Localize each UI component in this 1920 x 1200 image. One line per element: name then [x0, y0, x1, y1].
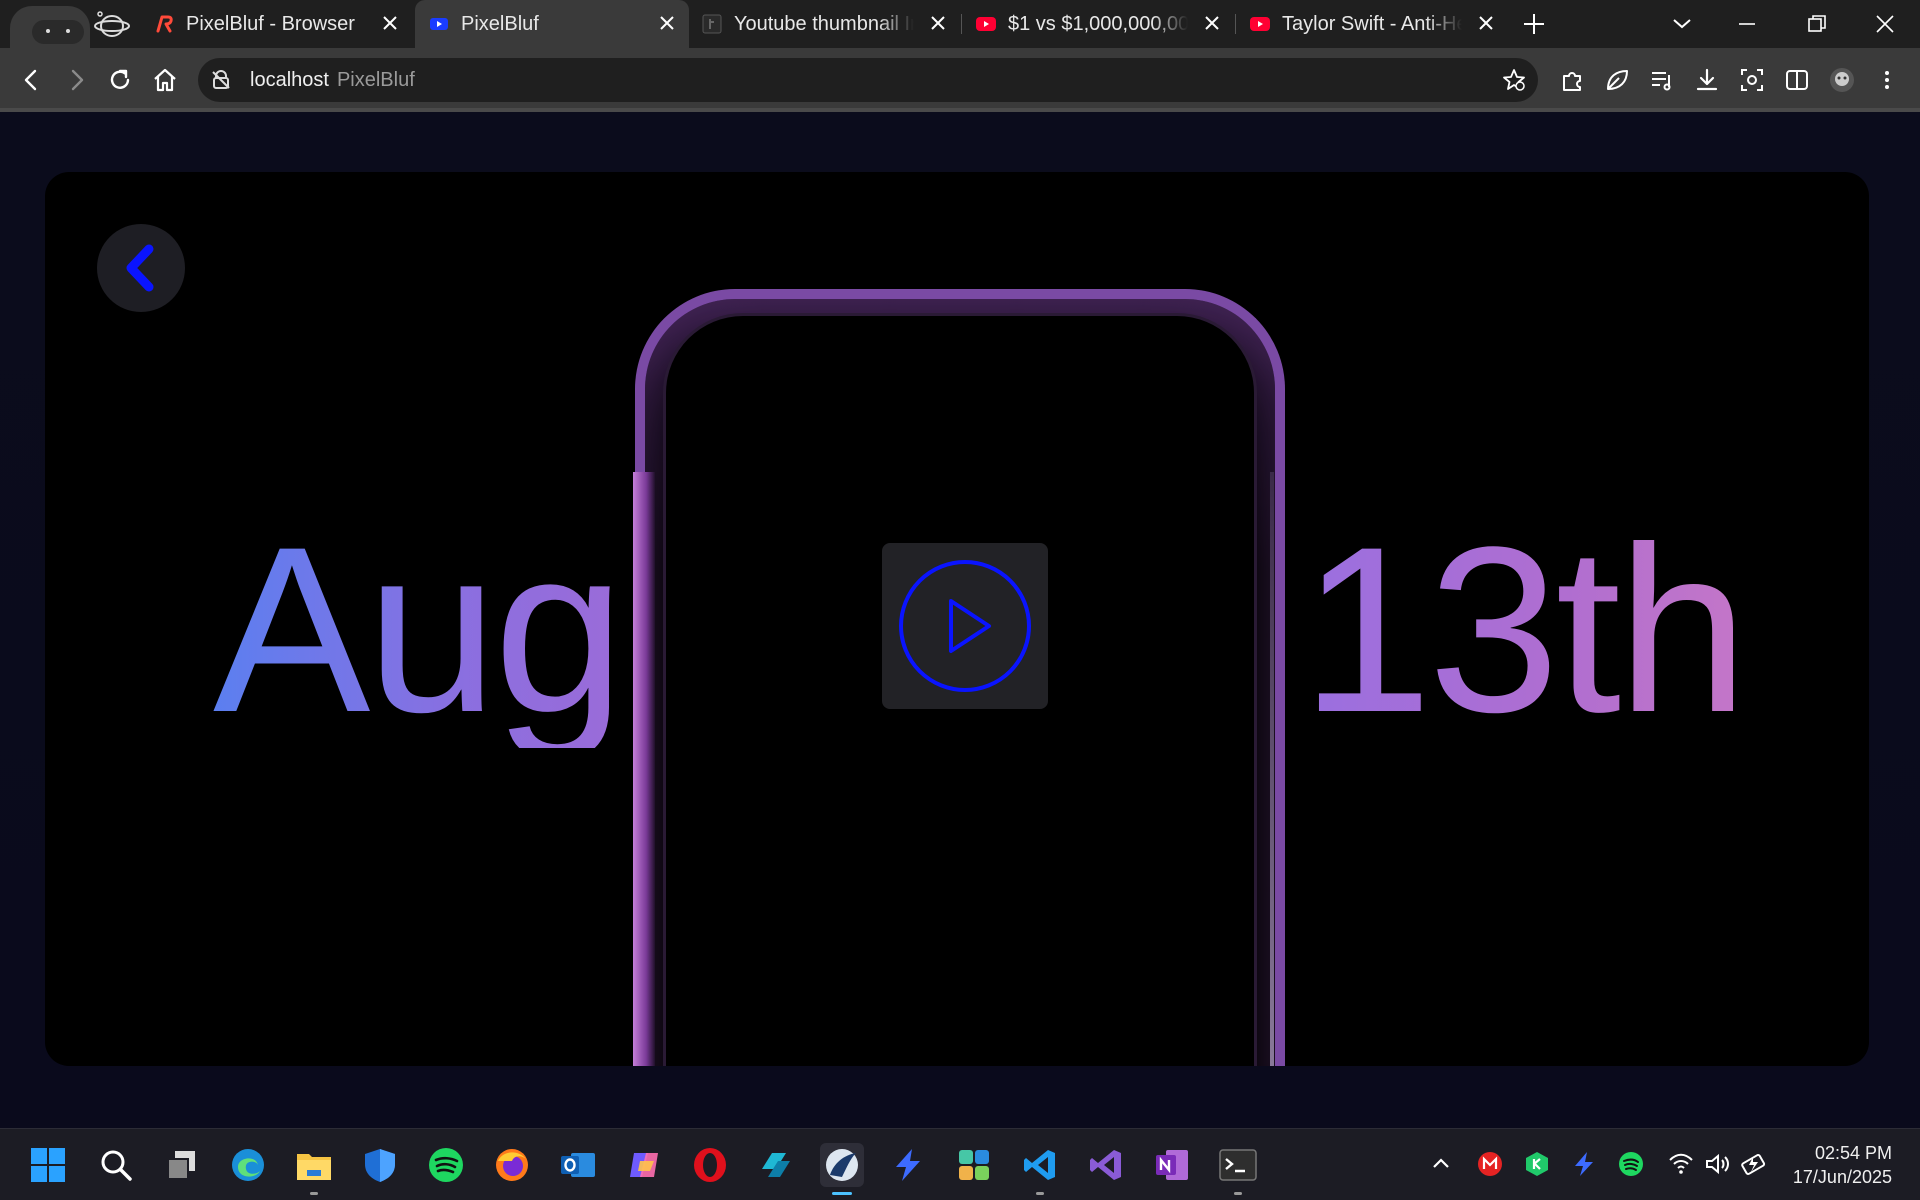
address-bar[interactable]: localhost PixelBluf: [198, 58, 1538, 102]
gmail-tray-icon[interactable]: [1477, 1151, 1503, 1177]
active-browser-app-icon[interactable]: [820, 1143, 864, 1195]
edge-browser-icon[interactable]: [226, 1143, 270, 1187]
tab-title: $1 vs $1,000,000,000: [1008, 13, 1188, 35]
power-automate-icon[interactable]: [886, 1143, 930, 1187]
tab-search-chevron-icon[interactable]: [1668, 10, 1696, 38]
clock-time: 02:54 PM: [1814, 1143, 1892, 1163]
tab-title: Taylor Swift - Anti-He: [1282, 13, 1462, 35]
phone-edge-shadow: [1270, 472, 1274, 1066]
task-view-icon[interactable]: [160, 1143, 204, 1187]
copilot-icon[interactable]: [622, 1143, 666, 1187]
show-hidden-icons-chevron-icon[interactable]: [1428, 1151, 1454, 1177]
terminal-icon[interactable]: [1216, 1143, 1260, 1195]
visual-studio-icon[interactable]: [1084, 1143, 1128, 1187]
close-window-icon[interactable]: [1871, 10, 1899, 38]
planet-icon[interactable]: [94, 10, 130, 40]
browser-toolbar: localhost PixelBluf: [0, 48, 1920, 112]
tab-youtube-thumbnail[interactable]: Youtube thumbnail Ir: [688, 0, 960, 48]
chevron-left-icon: [126, 244, 154, 292]
restore-icon[interactable]: [1803, 10, 1831, 38]
reload-icon[interactable]: [106, 66, 134, 94]
play-circle-icon: [899, 560, 1031, 692]
close-icon[interactable]: [380, 13, 400, 33]
reading-list-icon[interactable]: [1648, 66, 1676, 94]
extensions-puzzle-icon[interactable]: [1558, 66, 1586, 94]
workspace-button[interactable]: [10, 6, 90, 48]
leaf-icon[interactable]: [1603, 66, 1631, 94]
screenshot-icon[interactable]: [1738, 66, 1766, 94]
home-icon[interactable]: [151, 66, 179, 94]
phone-edge-highlight: [633, 472, 655, 1066]
defender-shield-icon[interactable]: [358, 1143, 402, 1187]
photo-editor-icon[interactable]: [952, 1143, 996, 1187]
tab-title: PixelBluf - Browser: [186, 13, 355, 35]
tab-pixelbluf[interactable]: PixelBluf: [415, 0, 689, 48]
pixelbluf-logo-icon: [156, 15, 173, 33]
outlook-icon[interactable]: [556, 1143, 600, 1187]
site-info-icon[interactable]: [210, 69, 232, 91]
wifi-icon[interactable]: [1668, 1151, 1694, 1177]
download-icon[interactable]: [1693, 66, 1721, 94]
minimize-icon[interactable]: [1733, 10, 1761, 38]
back-button[interactable]: [97, 224, 185, 312]
start-windows-icon[interactable]: [26, 1143, 70, 1187]
address-page-title: PixelBluf: [336, 69, 415, 91]
date-day: 13th: [1301, 498, 1748, 762]
vscode-icon[interactable]: [1018, 1143, 1062, 1195]
split-view-icon[interactable]: [1783, 66, 1811, 94]
profile-avatar-icon[interactable]: [1828, 66, 1856, 94]
new-tab-plus-icon[interactable]: [1520, 10, 1548, 38]
tab-title: Youtube thumbnail Ir: [734, 13, 914, 35]
tab-taylor-swift[interactable]: Taylor Swift - Anti-He: [1236, 0, 1508, 48]
youtube-play-icon: [430, 18, 448, 30]
ghost-icon: [32, 20, 84, 44]
clock-date: 17/Jun/2025: [1792, 1167, 1892, 1187]
menu-kebab-icon[interactable]: [1873, 66, 1901, 94]
close-icon[interactable]: [1202, 13, 1222, 33]
youtube-icon: [1250, 17, 1270, 31]
tab-pixelbluf-browser[interactable]: PixelBluf - Browser: [140, 0, 412, 48]
file-explorer-icon[interactable]: [292, 1143, 336, 1195]
play-button[interactable]: [882, 543, 1048, 709]
kaspersky-tray-icon[interactable]: [1524, 1151, 1550, 1177]
favorite-star-icon[interactable]: [1502, 68, 1526, 92]
onenote-icon[interactable]: [1150, 1143, 1194, 1187]
spotify-icon[interactable]: [424, 1143, 468, 1187]
opera-icon[interactable]: [688, 1143, 732, 1187]
close-icon[interactable]: [928, 13, 948, 33]
tab-title: PixelBluf: [461, 13, 539, 35]
firefox-icon[interactable]: [490, 1143, 534, 1187]
hero-video-card: Aug 13th: [45, 172, 1869, 1066]
thumbnail-site-icon: [702, 14, 722, 34]
youtube-icon: [976, 17, 996, 31]
system-clock[interactable]: 02:54 PM 17/Jun/2025: [1793, 1141, 1892, 1189]
date-month: Aug: [213, 498, 625, 762]
tab-1-vs-1-billion[interactable]: $1 vs $1,000,000,000: [962, 0, 1234, 48]
tab-strip: PixelBluf - Browser PixelBluf Youtube th…: [0, 0, 1920, 48]
azure-data-studio-icon[interactable]: [754, 1143, 798, 1187]
close-icon[interactable]: [657, 13, 677, 33]
page-content: Aug 13th: [0, 112, 1920, 1128]
address-text: localhost PixelBluf: [250, 69, 415, 92]
power-automate-tray-icon[interactable]: [1571, 1151, 1597, 1177]
spotify-tray-icon[interactable]: [1618, 1151, 1644, 1177]
forward-arrow-icon[interactable]: [62, 66, 90, 94]
address-host: localhost: [250, 69, 329, 91]
windows-taskbar: 02:54 PM 17/Jun/2025: [0, 1128, 1920, 1200]
volume-icon[interactable]: [1704, 1151, 1730, 1177]
back-arrow-icon[interactable]: [18, 66, 46, 94]
close-icon[interactable]: [1476, 13, 1496, 33]
battery-charging-icon[interactable]: [1741, 1151, 1767, 1177]
search-icon[interactable]: [94, 1143, 138, 1187]
